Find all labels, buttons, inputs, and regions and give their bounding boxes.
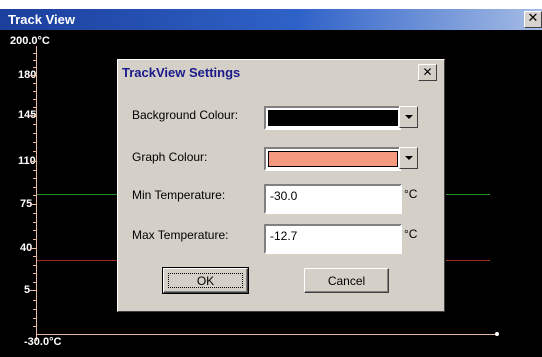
background-colour-select[interactable] (264, 106, 418, 130)
y-axis-minor-tick (33, 187, 37, 188)
y-axis-minor-tick (33, 300, 37, 301)
max-temperature-unit: °C (404, 227, 418, 241)
y-axis-minor-tick (33, 265, 37, 266)
dialog-close-button[interactable]: ✕ (418, 64, 437, 81)
cancel-button[interactable]: Cancel (304, 268, 389, 293)
dialog-titlebar[interactable]: TrackView Settings ✕ (118, 60, 444, 85)
y-axis-minor-tick (33, 282, 37, 283)
y-axis-minor-tick (33, 318, 37, 319)
y-axis-major-tick (30, 290, 37, 291)
y-axis-minor-tick (33, 239, 37, 240)
y-axis-major-tick (30, 115, 37, 116)
y-axis-top-label: 200.0°C (10, 35, 50, 47)
min-temperature-label: Min Temperature: (132, 188, 226, 202)
y-axis-minor-tick (33, 91, 37, 92)
y-axis-minor-tick (33, 133, 37, 134)
y-axis-major-tick (30, 75, 37, 76)
close-icon: ✕ (422, 65, 433, 79)
y-axis-minor-tick (33, 107, 37, 108)
min-temperature-input[interactable]: -30.0 (264, 184, 402, 214)
max-temperature-label: Max Temperature: (132, 228, 229, 242)
graph-colour-swatch (268, 151, 398, 167)
y-axis-minor-tick (33, 124, 37, 125)
background-colour-label: Background Colour: (132, 108, 239, 122)
window-titlebar[interactable]: Track View ✕ (0, 9, 542, 30)
y-axis-minor-tick (33, 83, 37, 84)
y-axis-minor-tick (33, 67, 37, 68)
min-temperature-unit: °C (404, 187, 418, 201)
y-axis-major-tick (30, 161, 37, 162)
dialog-title: TrackView Settings (122, 65, 241, 80)
y-axis-minor-tick (33, 309, 37, 310)
y-axis-minor-tick (33, 151, 37, 152)
y-axis-major-tick (30, 204, 37, 205)
x-axis-baseline (36, 334, 496, 335)
y-axis-minor-tick (33, 60, 37, 61)
y-axis-minor-tick (33, 195, 37, 196)
baseline-endpoint (495, 332, 499, 336)
window-title: Track View (8, 12, 75, 27)
y-axis-minor-tick (33, 222, 37, 223)
y-axis-minor-tick (33, 170, 37, 171)
y-axis-minor-tick (33, 213, 37, 214)
focus-indicator (168, 273, 243, 288)
y-axis-minor-tick (33, 273, 37, 274)
y-axis-major-tick (30, 248, 37, 249)
y-axis-minor-tick (33, 142, 37, 143)
y-axis-minor-tick (33, 178, 37, 179)
y-axis-minor-tick (33, 99, 37, 100)
graph-colour-select[interactable] (264, 147, 418, 171)
trackview-settings-dialog: TrackView Settings ✕ Background Colour: … (117, 59, 445, 312)
chevron-down-icon (404, 115, 413, 119)
graph-colour-dropdown-button[interactable] (399, 147, 418, 169)
track-view-window: Track View ✕ 200.0°C 180 145 110 75 40 5… (0, 0, 542, 357)
max-temperature-input[interactable]: -12.7 (264, 224, 402, 254)
background-colour-swatch (268, 110, 398, 126)
y-axis-bottom-label: -30.0°C (24, 336, 62, 348)
ok-button[interactable]: OK (162, 267, 249, 294)
y-axis-minor-tick (33, 326, 37, 327)
background-colour-dropdown-button[interactable] (399, 106, 418, 128)
chevron-down-icon (404, 156, 413, 160)
y-axis-minor-tick (33, 53, 37, 54)
close-icon: ✕ (527, 11, 539, 26)
window-close-button[interactable]: ✕ (524, 11, 542, 28)
y-axis-minor-tick (33, 230, 37, 231)
y-axis-minor-tick (33, 256, 37, 257)
cancel-button-label: Cancel (327, 274, 366, 288)
graph-colour-label: Graph Colour: (132, 150, 208, 164)
